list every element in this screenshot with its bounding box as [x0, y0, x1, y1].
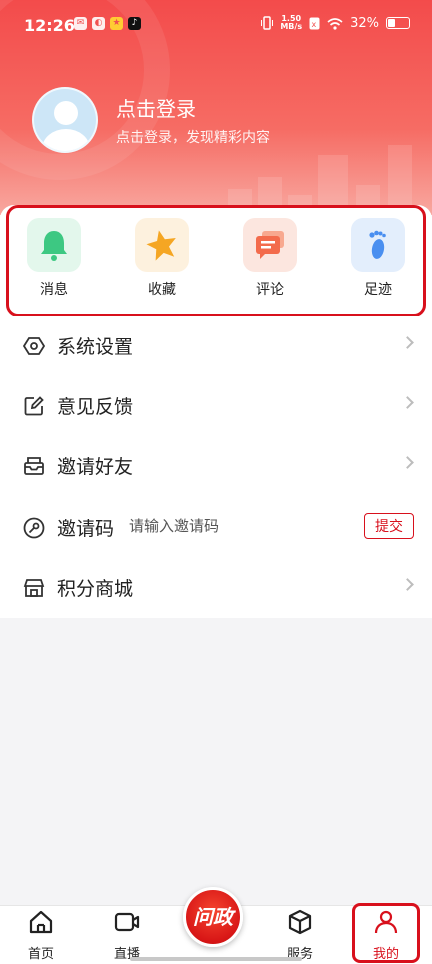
invite-code-input[interactable] [129, 517, 329, 535]
store-icon [23, 579, 45, 597]
battery-icon [386, 17, 410, 29]
login-title[interactable]: 点击登录 [116, 93, 196, 122]
comment-icon [243, 218, 297, 272]
home-icon [29, 910, 53, 934]
network-speed: 1.50 MB/s [280, 15, 302, 31]
quick-action-comments[interactable]: 评论 [240, 218, 300, 299]
notification-icons: ✉ ◐ ★ ♪ [74, 17, 141, 30]
status-bar: 12:26 ✉ ◐ ★ ♪ 1.50 MB/s x 32% [0, 0, 432, 50]
app-notification-icon: ★ [110, 17, 123, 30]
tiktok-notification-icon: ♪ [128, 17, 141, 30]
vibrate-icon [261, 16, 274, 30]
menu-label: 邀请码 [57, 518, 115, 540]
speed-unit: MB/s [280, 22, 303, 31]
chevron-right-icon [401, 578, 414, 591]
quick-action-favorites[interactable]: 收藏 [132, 218, 192, 299]
wifi-icon [327, 17, 343, 30]
status-time: 12:26 [24, 16, 75, 35]
status-right: 1.50 MB/s x 32% [261, 15, 410, 31]
settings-menu: 系统设置 意见反馈 邀请好友 邀请码 提交 积分商城 [0, 316, 432, 618]
highlight-frame [352, 903, 420, 963]
tab-label: 首页 [27, 947, 54, 962]
app-notification-icon: ◐ [92, 17, 105, 30]
tab-home[interactable]: 首页 [11, 909, 71, 962]
chevron-right-icon [401, 456, 414, 469]
edit-icon [24, 396, 44, 416]
menu-item-feedback[interactable]: 意见反馈 [0, 376, 432, 436]
menu-item-settings[interactable]: 系统设置 [0, 316, 432, 376]
menu-item-points-mall[interactable]: 积分商城 [0, 558, 432, 618]
battery-percent: 32% [350, 15, 379, 31]
avatar[interactable] [32, 87, 98, 153]
svg-text:x: x [312, 20, 317, 29]
home-indicator[interactable] [130, 957, 302, 961]
quick-action-footprints[interactable]: 足迹 [348, 218, 408, 299]
quick-action-messages[interactable]: 消息 [24, 218, 84, 299]
quick-action-label: 收藏 [148, 282, 176, 298]
menu-item-invite-friends[interactable]: 邀请好友 [0, 436, 432, 496]
chevron-right-icon [401, 396, 414, 409]
submit-button[interactable]: 提交 [364, 513, 414, 539]
settings-icon [23, 337, 45, 355]
quick-action-label: 消息 [40, 282, 68, 298]
sim-icon: x [309, 17, 320, 29]
star-icon [135, 218, 189, 272]
bell-icon [27, 218, 81, 272]
menu-item-invite-code: 邀请码 提交 [0, 498, 432, 558]
menu-label: 邀请好友 [57, 456, 134, 478]
box-icon [288, 909, 312, 935]
quick-action-label: 足迹 [364, 282, 392, 298]
tab-service[interactable]: 服务 [270, 909, 330, 962]
video-camera-icon [114, 912, 140, 932]
mail-notification-icon: ✉ [74, 17, 87, 30]
menu-label: 系统设置 [57, 336, 134, 358]
wenzheng-center-button[interactable]: 问政 [183, 887, 243, 947]
inbox-icon [24, 457, 44, 475]
menu-label: 意见反馈 [57, 396, 134, 418]
tab-live[interactable]: 直播 [97, 909, 157, 962]
quick-action-label: 评论 [256, 282, 284, 298]
footprint-icon [351, 218, 405, 272]
chevron-right-icon [401, 336, 414, 349]
login-subtitle: 点击登录，发现精彩内容 [116, 130, 270, 146]
key-icon [23, 517, 45, 539]
menu-label: 积分商城 [57, 578, 134, 600]
